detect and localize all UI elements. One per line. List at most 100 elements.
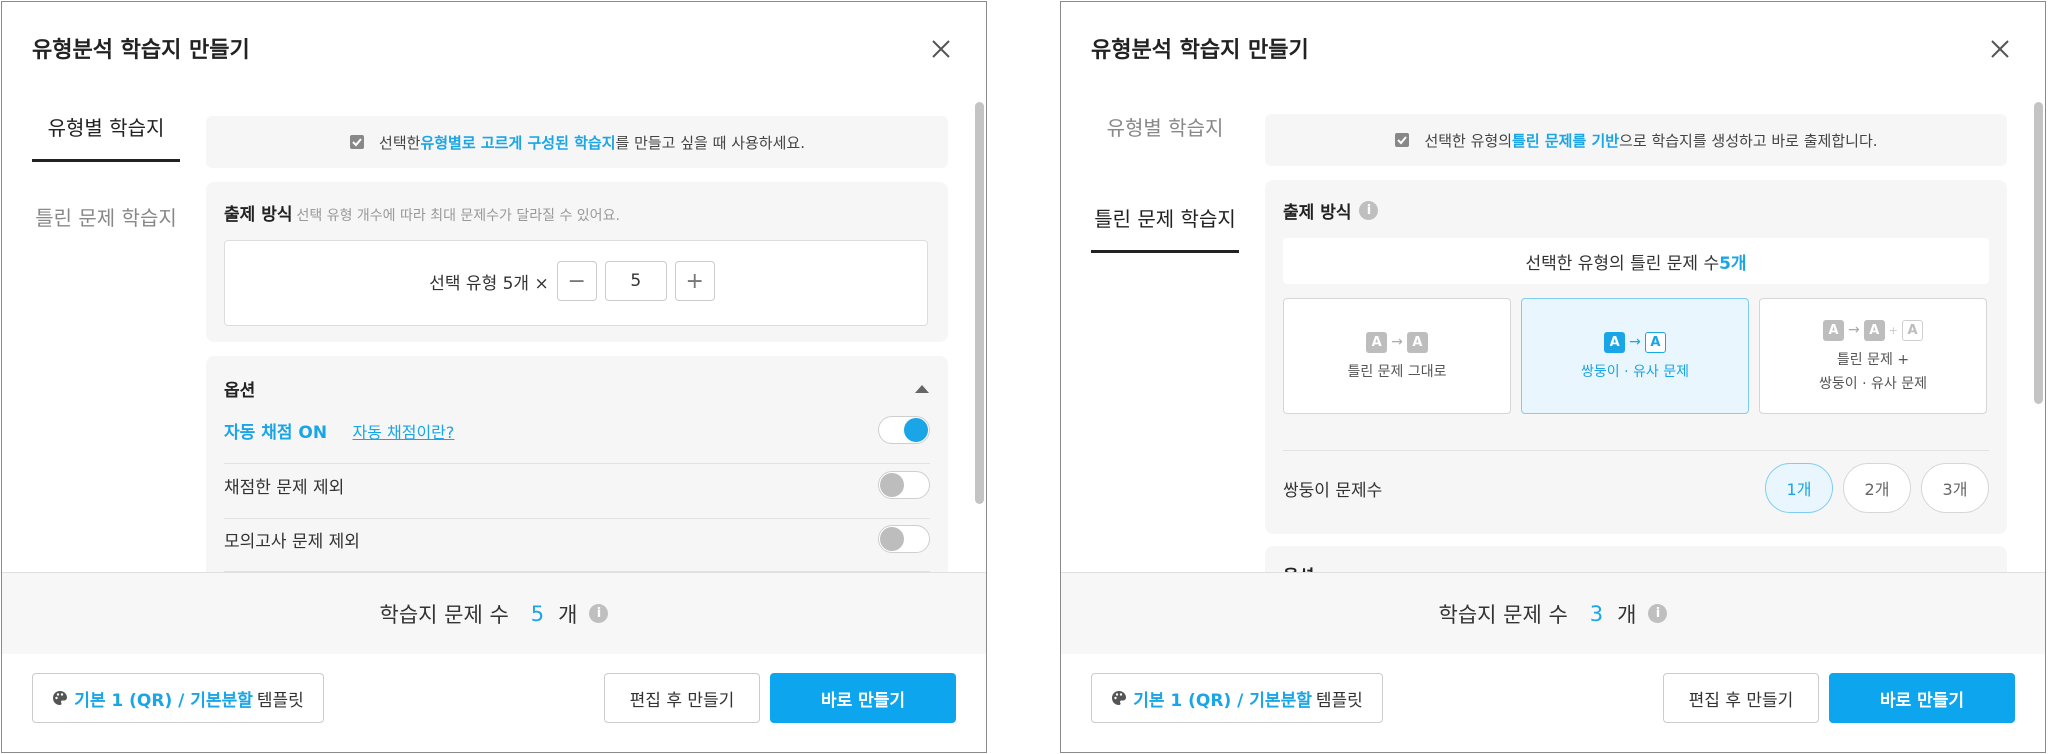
wrong-count-label: 선택한 유형의 틀린 문제 수 — [1525, 253, 1720, 274]
close-icon[interactable] — [1989, 38, 2011, 60]
exclude-mock-toggle[interactable] — [878, 525, 930, 553]
mode-card-twin[interactable]: A → A 쌍둥이 · 유사 문제 — [1521, 298, 1749, 414]
a-box-icon: A — [1604, 331, 1626, 353]
options-title: 옵션 — [1283, 562, 1314, 572]
arrow-icon: → — [1629, 334, 1641, 350]
info-notice: 선택한 유형별로 고르게 구성된 학습지 를 만들고 싶을 때 사용하세요. — [206, 116, 948, 168]
info-icon[interactable]: i — [589, 604, 609, 623]
notice-text-pre: 선택한 유형의 — [1424, 131, 1513, 150]
a-box-icon: A — [1823, 319, 1845, 341]
vertical-tabs: 유형별 학습지 틀린 문제 학습지 — [1091, 112, 1239, 253]
tab-type-worksheet[interactable]: 유형별 학습지 — [1091, 112, 1239, 159]
template-name: 기본 1 (QR) / 기본분할 — [1133, 690, 1312, 711]
scrollbar[interactable] — [2034, 102, 2043, 404]
notice-text-post: 를 만들고 싶을 때 사용하세요. — [615, 133, 805, 152]
options-title: 옵션 — [224, 381, 256, 401]
scrollbar[interactable] — [975, 102, 984, 504]
method-title: 출제 방식 i — [1283, 198, 1379, 223]
stepper-box: 선택 유형 5개 × − 5 + — [224, 240, 928, 326]
template-button[interactable]: 기본 1 (QR) / 기본분할 템플릿 — [1091, 673, 1383, 723]
worksheet-modal-left: 유형분석 학습지 만들기 유형별 학습지 틀린 문제 학습지 선택한 유형별로 … — [1, 1, 987, 753]
count-unit: 개 — [558, 602, 578, 627]
card-label: 쌍둥이 · 유사 문제 — [1581, 363, 1689, 380]
chevron-up-icon[interactable] — [914, 384, 930, 394]
worksheet-count-bar: 학습지 문제 수 3 개 i — [1061, 572, 2045, 654]
card-label: 틀린 문제 그대로 — [1347, 363, 1447, 380]
method-panel: 출제 방식 선택 유형 개수에 따라 최대 문제수가 달라질 수 있어요. 선택 … — [206, 182, 948, 342]
edit-then-create-button[interactable]: 편집 후 만들기 — [1663, 673, 1819, 723]
notice-text-post: 으로 학습지를 생성하고 바로 출제합니다. — [1619, 131, 1878, 150]
method-title: 출제 방식 선택 유형 개수에 따라 최대 문제수가 달라질 수 있어요. — [224, 200, 620, 225]
auto-grading-row: 자동 채점 ON 자동 채점이란? — [224, 416, 930, 444]
tab-type-worksheet[interactable]: 유형별 학습지 — [32, 112, 180, 162]
clipboard-check-icon — [350, 135, 365, 149]
template-button[interactable]: 기본 1 (QR) / 기본분할 템플릿 — [32, 673, 324, 723]
card-label-line2: 쌍둥이 · 유사 문제 — [1819, 375, 1927, 392]
exclude-mock-label: 모의고사 문제 제외 — [224, 531, 360, 552]
twin-count-row: 쌍둥이 문제수 1개 2개 3개 — [1283, 460, 1989, 516]
method-title-text: 출제 방식 — [224, 205, 293, 225]
twin-option-3[interactable]: 3개 — [1921, 463, 1989, 513]
count-value: 3 — [1589, 601, 1604, 626]
palette-icon — [53, 691, 68, 705]
notice-text-pre: 선택한 — [379, 133, 421, 152]
info-notice: 선택한 유형의 틀린 문제를 기반 으로 학습지를 생성하고 바로 출제합니다. — [1265, 114, 2007, 166]
a-box-icon: A — [1406, 331, 1428, 353]
worksheet-count-bar: 학습지 문제 수 5 개 i — [2, 572, 986, 654]
create-now-button[interactable]: 바로 만들기 — [770, 673, 956, 723]
count-label: 학습지 문제 수 — [379, 602, 509, 627]
auto-grading-toggle[interactable] — [878, 416, 930, 444]
card-label-line1: 틀린 문제 + — [1836, 351, 1910, 368]
minus-button[interactable]: − — [556, 261, 597, 301]
modal-title: 유형분석 학습지 만들기 — [32, 38, 250, 63]
palette-icon — [1112, 691, 1127, 705]
stepper-label: 선택 유형 5개 × — [429, 273, 549, 294]
wrong-count-box: 선택한 유형의 틀린 문제 수 5개 — [1283, 238, 1989, 284]
a-box-icon: A — [1901, 319, 1923, 341]
twin-option-1[interactable]: 1개 — [1765, 463, 1833, 513]
info-icon[interactable]: i — [1359, 201, 1379, 220]
count-label: 학습지 문제 수 — [1438, 602, 1568, 627]
worksheet-modal-right: 유형분석 학습지 만들기 유형별 학습지 틀린 문제 학습지 선택한 유형의 틀… — [1060, 1, 2046, 753]
twin-count-label: 쌍둥이 문제수 — [1283, 480, 1383, 501]
wrong-count-value: 5개 — [1719, 253, 1747, 274]
exclude-graded-row: 채점한 문제 제외 — [224, 471, 930, 499]
options-panel: 옵션 — [1265, 546, 2007, 572]
tab-wrong-worksheet[interactable]: 틀린 문제 학습지 — [32, 202, 180, 249]
exclude-graded-label: 채점한 문제 제외 — [224, 477, 345, 498]
options-header[interactable]: 옵션 — [224, 376, 930, 401]
notice-highlight: 틀린 문제를 기반 — [1512, 131, 1620, 150]
count-input[interactable]: 5 — [604, 261, 667, 301]
a-box-icon: A — [1644, 331, 1666, 353]
arrow-icon: → — [1848, 322, 1860, 338]
mode-card-original[interactable]: A → A 틀린 문제 그대로 — [1283, 298, 1511, 414]
create-now-button[interactable]: 바로 만들기 — [1829, 673, 2015, 723]
method-panel: 출제 방식 i 선택한 유형의 틀린 문제 수 5개 A → A 틀린 문제 그… — [1265, 180, 2007, 534]
template-name: 기본 1 (QR) / 기본분할 — [74, 690, 253, 711]
a-box-icon: A — [1863, 319, 1885, 341]
template-suffix: 템플릿 — [1315, 690, 1363, 711]
stepper-row: 선택 유형 5개 × − 5 + — [225, 261, 927, 301]
template-suffix: 템플릿 — [256, 690, 304, 711]
count-value: 5 — [530, 601, 545, 626]
exclude-mock-row: 모의고사 문제 제외 — [224, 525, 930, 553]
plus-icon: + — [1888, 323, 1898, 337]
clipboard-check-icon — [1395, 133, 1410, 147]
exclude-graded-toggle[interactable] — [878, 471, 930, 499]
plus-button[interactable]: + — [674, 261, 715, 301]
close-icon[interactable] — [930, 38, 952, 60]
mode-card-both[interactable]: A → A + A 틀린 문제 + 쌍둥이 · 유사 문제 — [1759, 298, 1987, 414]
options-panel: 옵션 자동 채점 ON 자동 채점이란? 채점한 문제 제외 모의고사 문제 제… — [206, 356, 948, 586]
modal-title: 유형분석 학습지 만들기 — [1091, 38, 1309, 63]
notice-highlight: 유형별로 고르게 구성된 학습지 — [420, 133, 616, 152]
vertical-tabs: 유형별 학습지 틀린 문제 학습지 — [32, 112, 180, 249]
method-title-text: 출제 방식 — [1283, 203, 1352, 223]
a-box-icon: A — [1366, 331, 1388, 353]
method-subtitle: 선택 유형 개수에 따라 최대 문제수가 달라질 수 있어요. — [296, 208, 620, 224]
auto-grading-link[interactable]: 자동 채점이란? — [352, 423, 454, 442]
count-unit: 개 — [1617, 602, 1637, 627]
tab-wrong-worksheet[interactable]: 틀린 문제 학습지 — [1091, 203, 1239, 253]
info-icon[interactable]: i — [1648, 604, 1668, 623]
edit-then-create-button[interactable]: 편집 후 만들기 — [604, 673, 760, 723]
twin-option-2[interactable]: 2개 — [1843, 463, 1911, 513]
